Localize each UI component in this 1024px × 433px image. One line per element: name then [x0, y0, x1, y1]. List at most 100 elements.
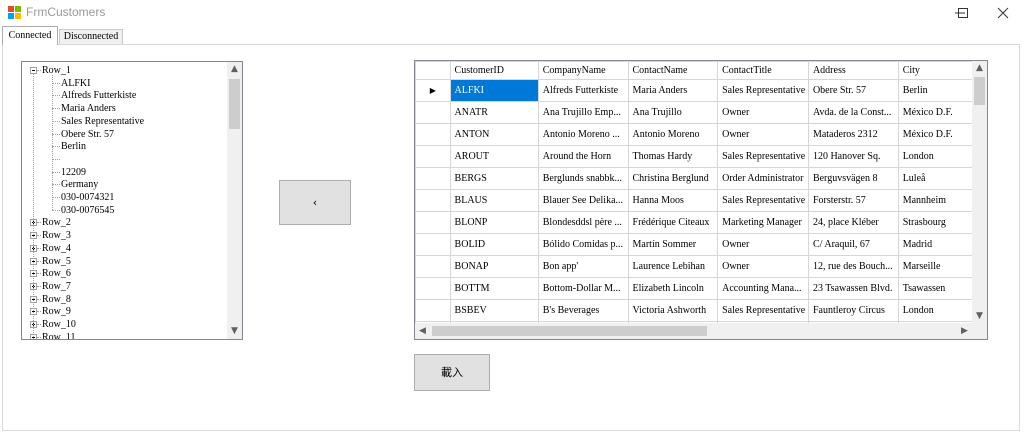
grid-cell[interactable]: Alfreds Futterkiste — [537, 79, 629, 102]
grid-cell[interactable]: Ana Trujillo Emp... — [537, 101, 629, 124]
tree-leaf[interactable]: ALFKI — [61, 77, 90, 90]
grid-cell[interactable]: Bon app' — [537, 255, 629, 278]
table-row[interactable]: ANTON Antonio Moreno ... Antonio Moreno Own… — [415, 123, 987, 146]
tree-node-row-2[interactable]: Row_2 — [42, 216, 71, 229]
grid-cell[interactable]: Around the Horn — [537, 145, 629, 168]
tree-leaf[interactable]: 030-0074321 — [61, 191, 114, 204]
grid-cell[interactable]: BLONP — [449, 211, 539, 234]
grid-cell[interactable]: ALFKI — [449, 79, 539, 102]
grid-cell[interactable]: 23 Tsawassen Blvd. — [807, 277, 899, 300]
row-header[interactable] — [415, 189, 451, 212]
customer-tree-view[interactable]: Row_1 ALFKI Alfreds Futterkiste Maria Ander… — [21, 61, 243, 340]
table-row[interactable]: BOLID Bólido Comidas p... Martín Sommer Own… — [415, 233, 987, 256]
grid-cell[interactable]: Antonio Moreno ... — [537, 123, 629, 146]
tree-node-row-10[interactable]: Row_10 — [42, 318, 76, 331]
column-header-customerid[interactable]: CustomerID — [449, 61, 539, 80]
row-header[interactable] — [415, 123, 451, 146]
grid-cell[interactable]: Laurence Lebihan — [627, 255, 719, 278]
tree-leaf[interactable]: 030-0076545 — [61, 204, 114, 217]
grid-vertical-scrollbar[interactable]: ▲ ▼ — [972, 61, 987, 324]
row-header[interactable] — [415, 101, 451, 124]
tree-leaf[interactable]: Germany — [61, 178, 98, 191]
tree-leaf[interactable]: Maria Anders — [61, 102, 116, 115]
grid-cell[interactable]: AROUT — [449, 145, 539, 168]
tree-node-row-7[interactable]: Row_7 — [42, 280, 71, 293]
grid-cell[interactable]: Ana Trujillo — [627, 101, 719, 124]
grid-cell[interactable]: 12, rue des Bouch... — [807, 255, 899, 278]
grid-cell[interactable]: Owner — [717, 233, 809, 256]
grid-cell[interactable]: Sales Representative — [717, 79, 809, 102]
row-header[interactable] — [415, 211, 451, 234]
grid-cell[interactable]: Owner — [717, 123, 809, 146]
row-header[interactable] — [415, 277, 451, 300]
scroll-up-icon[interactable]: ▲ — [227, 62, 242, 77]
customers-data-grid[interactable]: CustomerID CompanyName ContactName ContactT… — [414, 60, 988, 340]
grid-cell[interactable]: Frédérique Citeaux — [627, 211, 719, 234]
grid-cell[interactable]: Avda. de la Const... — [807, 101, 899, 124]
grid-cell[interactable]: Mataderos 2312 — [807, 123, 899, 146]
grid-cell[interactable]: Victoria Ashworth — [627, 299, 719, 322]
grid-cell[interactable]: Bólido Comidas p... — [537, 233, 629, 256]
grid-cell[interactable]: 120 Hanover Sq. — [807, 145, 899, 168]
grid-cell[interactable]: Sales Representative — [717, 189, 809, 212]
grid-cell[interactable]: Order Administrator — [717, 167, 809, 190]
tree-node-row-5[interactable]: Row_5 — [42, 255, 71, 268]
grid-cell[interactable]: BOLID — [449, 233, 539, 256]
table-row[interactable]: BLAUS Blauer See Delika... Hanna Moos Sales… — [415, 189, 987, 212]
tab-disconnected[interactable]: Disconnected — [59, 29, 123, 44]
grid-cell[interactable]: BERGS — [449, 167, 539, 190]
tree-node-row-4[interactable]: Row_4 — [42, 242, 71, 255]
grid-cell[interactable]: Sales Representative — [717, 145, 809, 168]
table-row[interactable]: BLONP Blondesddsl père ... Frédérique Cite… — [415, 211, 987, 234]
tree-node-row-1[interactable]: Row_1 — [42, 64, 71, 77]
tree-leaf[interactable]: Sales Representative — [61, 115, 144, 128]
scroll-down-icon[interactable]: ▼ — [227, 324, 242, 339]
grid-cell[interactable]: Hanna Moos — [627, 189, 719, 212]
row-header[interactable] — [415, 233, 451, 256]
load-button[interactable]: 載入 — [414, 354, 490, 391]
grid-cell[interactable]: Marketing Manager — [717, 211, 809, 234]
table-row[interactable]: AROUT Around the Horn Thomas Hardy Sales Re… — [415, 145, 987, 168]
grid-cell[interactable]: BSBEV — [449, 299, 539, 322]
move-to-tree-button[interactable]: ‹ — [279, 180, 351, 225]
grid-cell[interactable]: Sales Representative — [717, 299, 809, 322]
scroll-left-icon[interactable]: ◀ — [415, 323, 430, 338]
current-row-indicator-icon[interactable]: ▶ — [415, 79, 451, 102]
grid-cell[interactable]: Berglunds snabbk... — [537, 167, 629, 190]
table-row[interactable]: BONAP Bon app' Laurence Lebihan Owner 12, ru… — [415, 255, 987, 278]
grid-cell[interactable]: Maria Anders — [627, 79, 719, 102]
grid-cell[interactable]: Berguvsvägen 8 — [807, 167, 899, 190]
grid-cell[interactable]: C/ Araquil, 67 — [807, 233, 899, 256]
grid-cell[interactable]: 24, place Kléber — [807, 211, 899, 234]
grid-cell[interactable]: ANTON — [449, 123, 539, 146]
grid-cell[interactable]: Fauntleroy Circus — [807, 299, 899, 322]
grid-cell[interactable]: Bottom-Dollar M... — [537, 277, 629, 300]
grid-cell[interactable]: Obere Str. 57 — [807, 79, 899, 102]
table-row[interactable]: BERGS Berglunds snabbk... Christina Berglu… — [415, 167, 987, 190]
grid-cell[interactable]: Blondesddsl père ... — [537, 211, 629, 234]
tab-connected[interactable]: Connected — [2, 26, 58, 45]
row-header[interactable] — [415, 299, 451, 322]
table-row[interactable]: BOTTM Bottom-Dollar M... Elizabeth Lincoln… — [415, 277, 987, 300]
scroll-up-icon[interactable]: ▲ — [972, 61, 987, 76]
grid-cell[interactable]: ANATR — [449, 101, 539, 124]
table-row[interactable]: BSBEV B's Beverages Victoria Ashworth Sales… — [415, 299, 987, 322]
scroll-right-icon[interactable]: ▶ — [957, 323, 972, 338]
grid-cell[interactable]: BONAP — [449, 255, 539, 278]
scroll-down-icon[interactable]: ▼ — [972, 309, 987, 324]
table-row[interactable]: ANATR Ana Trujillo Emp... Ana Trujillo Owne… — [415, 101, 987, 124]
grid-cell[interactable]: Owner — [717, 101, 809, 124]
grid-horizontal-scrollbar[interactable]: ◀ ▶ — [415, 323, 972, 339]
tree-leaf[interactable]: Berlin — [61, 140, 86, 153]
tree-node-row-8[interactable]: Row_8 — [42, 293, 71, 306]
table-row[interactable]: ▶ ALFKI Alfreds Futterkiste Maria Anders Sal… — [415, 79, 987, 102]
tree-node-row-3[interactable]: Row_3 — [42, 229, 71, 242]
grid-cell[interactable]: Christina Berglund — [627, 167, 719, 190]
grid-cell[interactable]: Martín Sommer — [627, 233, 719, 256]
row-header[interactable] — [415, 255, 451, 278]
tree-leaf[interactable]: Alfreds Futterkiste — [61, 89, 136, 102]
column-header-contacttitle[interactable]: ContactTitle — [717, 61, 809, 80]
grid-cell[interactable]: Elizabeth Lincoln — [627, 277, 719, 300]
row-header[interactable] — [415, 145, 451, 168]
column-header-address[interactable]: Address — [807, 61, 899, 80]
